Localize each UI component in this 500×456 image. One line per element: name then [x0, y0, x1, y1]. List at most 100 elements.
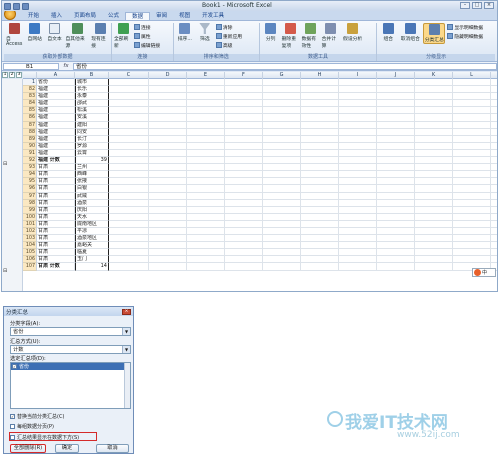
cell-empty[interactable] — [415, 86, 453, 94]
cell-empty[interactable] — [377, 128, 415, 136]
cell-empty[interactable] — [263, 135, 301, 143]
row-header[interactable]: 107 — [23, 263, 37, 271]
cell-empty[interactable] — [377, 164, 415, 172]
cell-empty[interactable] — [491, 122, 497, 129]
cell-empty[interactable] — [109, 242, 149, 250]
cell-empty[interactable] — [301, 93, 339, 101]
cell-province[interactable]: 甘肃 — [37, 192, 75, 200]
column-header[interactable]: C — [109, 72, 149, 79]
from-text-button[interactable]: 自文本 — [46, 23, 64, 42]
cell-empty[interactable] — [453, 242, 491, 250]
cell-empty[interactable] — [301, 249, 339, 257]
cell-empty[interactable] — [453, 185, 491, 193]
advanced-button[interactable]: 高级 — [215, 41, 242, 49]
cell-empty[interactable] — [301, 86, 339, 94]
cell-empty[interactable] — [453, 227, 491, 236]
cell-empty[interactable] — [377, 114, 415, 122]
cell-empty[interactable] — [109, 199, 149, 207]
cell-empty[interactable] — [109, 107, 149, 115]
cell-empty[interactable] — [415, 79, 453, 87]
cell-empty[interactable] — [377, 79, 415, 87]
what-if-analysis-button[interactable]: 假设分析 — [342, 23, 364, 42]
cell-empty[interactable] — [149, 249, 187, 257]
cell-empty[interactable] — [109, 227, 149, 236]
checkbox-checked-icon[interactable]: ✓ — [12, 364, 17, 369]
cell-empty[interactable] — [109, 256, 149, 264]
tab-insert[interactable]: 插入 — [45, 12, 68, 20]
cell-empty[interactable] — [187, 149, 225, 158]
cell-city[interactable]: 白银 — [75, 185, 109, 193]
cell-empty[interactable] — [453, 79, 491, 87]
cell-empty[interactable] — [377, 199, 415, 207]
row-header[interactable]: 101 — [23, 220, 37, 228]
cell-empty[interactable] — [149, 192, 187, 200]
reapply-button[interactable]: 重新应用 — [215, 32, 242, 40]
cell-empty[interactable] — [301, 185, 339, 193]
cell-empty[interactable] — [187, 213, 225, 221]
cell-empty[interactable] — [109, 249, 149, 257]
cell-province[interactable]: 甘肃 计数 — [37, 263, 75, 271]
cell-empty[interactable] — [109, 149, 149, 158]
cell-empty[interactable] — [491, 193, 497, 200]
chevron-down-icon[interactable]: ▼ — [122, 328, 130, 335]
cell-empty[interactable] — [301, 213, 339, 221]
cell-empty[interactable] — [339, 206, 377, 214]
cell-empty[interactable] — [149, 121, 187, 129]
cell-province[interactable]: 甘肃 — [37, 206, 75, 214]
cell-city[interactable]: 城市 — [75, 79, 109, 87]
row-header[interactable]: 97 — [23, 192, 37, 200]
cell-empty[interactable] — [377, 107, 415, 115]
cancel-button[interactable]: 取消 — [96, 444, 129, 453]
cell-empty[interactable] — [339, 220, 377, 228]
cell-empty[interactable] — [301, 79, 339, 87]
cell-province[interactable]: 甘肃 — [37, 220, 75, 228]
cell-empty[interactable] — [415, 242, 453, 250]
row-header[interactable]: 87 — [23, 121, 37, 129]
filter-button[interactable]: 筛选 — [196, 23, 214, 42]
cell-empty[interactable] — [453, 213, 491, 221]
cell-province[interactable]: 甘肃 — [37, 164, 75, 172]
cell-empty[interactable] — [491, 214, 497, 221]
cell-empty[interactable] — [109, 93, 149, 101]
row-header[interactable]: 84 — [23, 100, 37, 108]
cell-empty[interactable] — [339, 114, 377, 122]
cell-empty[interactable] — [149, 135, 187, 143]
cell-empty[interactable] — [377, 235, 415, 243]
cell-province[interactable]: 省份 — [37, 79, 75, 87]
cell-empty[interactable] — [491, 185, 497, 193]
cell-empty[interactable] — [453, 206, 491, 214]
edit-links-button[interactable]: 编辑链接 — [134, 41, 160, 49]
column-header[interactable]: G — [263, 72, 301, 79]
cell-city[interactable]: 14 — [75, 263, 109, 271]
fx-icon[interactable]: fx — [59, 63, 73, 69]
group-by-select[interactable]: 省份 ▼ — [10, 327, 131, 336]
maximize-button[interactable]: □ — [472, 2, 482, 9]
row-header[interactable]: 100 — [23, 213, 37, 221]
cell-empty[interactable] — [149, 114, 187, 122]
cell-empty[interactable] — [263, 114, 301, 122]
row-header[interactable]: 85 — [23, 107, 37, 115]
cell-empty[interactable] — [109, 135, 149, 143]
remove-all-button[interactable]: 全部删除(R) — [10, 444, 46, 453]
cell-empty[interactable] — [225, 164, 263, 172]
cell-empty[interactable] — [187, 249, 225, 257]
cell-empty[interactable] — [377, 171, 415, 179]
cell-empty[interactable] — [301, 128, 339, 136]
cell-empty[interactable] — [263, 100, 301, 108]
ungroup-button[interactable]: 取消组合 — [399, 23, 421, 42]
cell-empty[interactable] — [415, 192, 453, 200]
collapse-group-icon[interactable]: ⊟ — [3, 161, 7, 167]
row-header[interactable]: 92 — [23, 157, 37, 165]
subtotal-button[interactable]: 分类汇总 — [423, 23, 446, 44]
cell-empty[interactable] — [453, 100, 491, 108]
cell-empty[interactable] — [377, 121, 415, 129]
cell-city[interactable]: 庆阳 — [75, 206, 109, 214]
cell-empty[interactable] — [453, 256, 491, 264]
cell-empty[interactable] — [339, 235, 377, 243]
cell-province[interactable]: 福建 — [37, 93, 75, 101]
cell-empty[interactable] — [415, 263, 453, 271]
cell-empty[interactable] — [263, 242, 301, 250]
cell-empty[interactable] — [187, 107, 225, 115]
cell-empty[interactable] — [377, 192, 415, 200]
close-button[interactable]: × — [484, 2, 494, 9]
